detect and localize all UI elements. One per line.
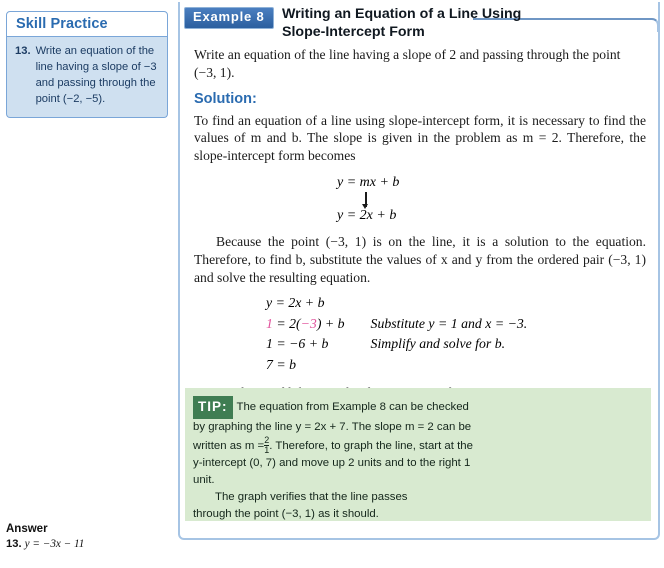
solution-steps-table: y = 2x + b 1 = 2(−3) + b Substitute y = … <box>194 292 527 375</box>
example-title: Writing an Equation of a Line Using Slop… <box>282 5 522 41</box>
solution-intro: To find an equation of a line using slop… <box>194 112 646 164</box>
down-arrow-icon <box>362 191 368 209</box>
equation-substituted: y = 2x + b <box>337 207 397 223</box>
because-paragraph: Because the point (−3, 1) is on the line… <box>194 233 646 285</box>
step-equation: 7 = b <box>266 357 297 373</box>
tip-box: TIP: The equation from Example 8 can be c… <box>185 388 651 521</box>
answer-number: 13. <box>6 538 22 550</box>
table-row: 1 = −6 + b Simplify and solve for b. <box>194 334 527 355</box>
table-row: 1 = 2(−3) + b Substitute y = 1 and x = −… <box>194 313 527 334</box>
skill-practice-header: Skill Practice <box>6 11 168 37</box>
skill-practice-panel: Skill Practice 13. Write an equation of … <box>6 11 168 118</box>
example-title-line2: Slope-Intercept Form <box>282 24 425 41</box>
solution-label: Solution: <box>194 90 257 107</box>
step-note <box>345 292 528 313</box>
step-note <box>345 355 528 376</box>
step-equation: y = 2x + b <box>266 294 325 310</box>
example-frame: Example 8 Writing an Equation of a Line … <box>178 2 660 540</box>
general-form-equation-block: y = mx + b y = 2x + b <box>194 175 646 227</box>
skill-practice-item-text: Write an equation of the line having a s… <box>35 45 157 105</box>
step-note: Substitute y = 1 and x = −3. <box>370 315 528 331</box>
equation-general: y = mx + b <box>337 174 400 190</box>
table-row: 7 = b <box>194 355 527 376</box>
tip-text: TIP: The equation from Example 8 can be c… <box>193 396 475 521</box>
example-body: Write an equation of the line having a s… <box>194 46 646 403</box>
skill-practice-item: 13. Write an equation of the line having… <box>15 44 159 108</box>
example-title-line1: Writing an Equation of a Line Using <box>282 6 522 22</box>
textbook-page: Skill Practice 13. Write an equation of … <box>0 0 664 568</box>
answer-value: y = −3x − 11 <box>24 538 85 550</box>
skill-practice-item-number: 13. <box>15 45 31 57</box>
tip-badge: TIP: <box>193 396 233 419</box>
answer-line: 13. y = −3x − 11 <box>6 538 186 550</box>
answer-title: Answer <box>6 523 48 535</box>
tip-line3b: . Therefore, <box>269 440 328 453</box>
tip-line7: through the point (−3, 1) as it should. <box>193 507 379 520</box>
example-prompt: Write an equation of the line having a s… <box>194 47 621 80</box>
skill-practice-title: Skill Practice <box>16 16 108 32</box>
example-badge: Example 8 <box>184 7 274 29</box>
tip-line1: The equation from Example 8 can be <box>236 401 424 413</box>
skill-practice-body: 13. Write an equation of the line having… <box>6 37 168 118</box>
step-note: Simplify and solve for b. <box>370 336 506 352</box>
step-equation: 1 = −6 + b <box>266 336 329 352</box>
answer-block: Answer 13. y = −3x − 11 <box>6 523 186 550</box>
step-equation-highlighted: 1 = 2(−3) + b <box>266 315 345 331</box>
tip-line6: The graph verifies that the line passes <box>215 490 408 503</box>
table-row: y = 2x + b <box>194 292 527 313</box>
